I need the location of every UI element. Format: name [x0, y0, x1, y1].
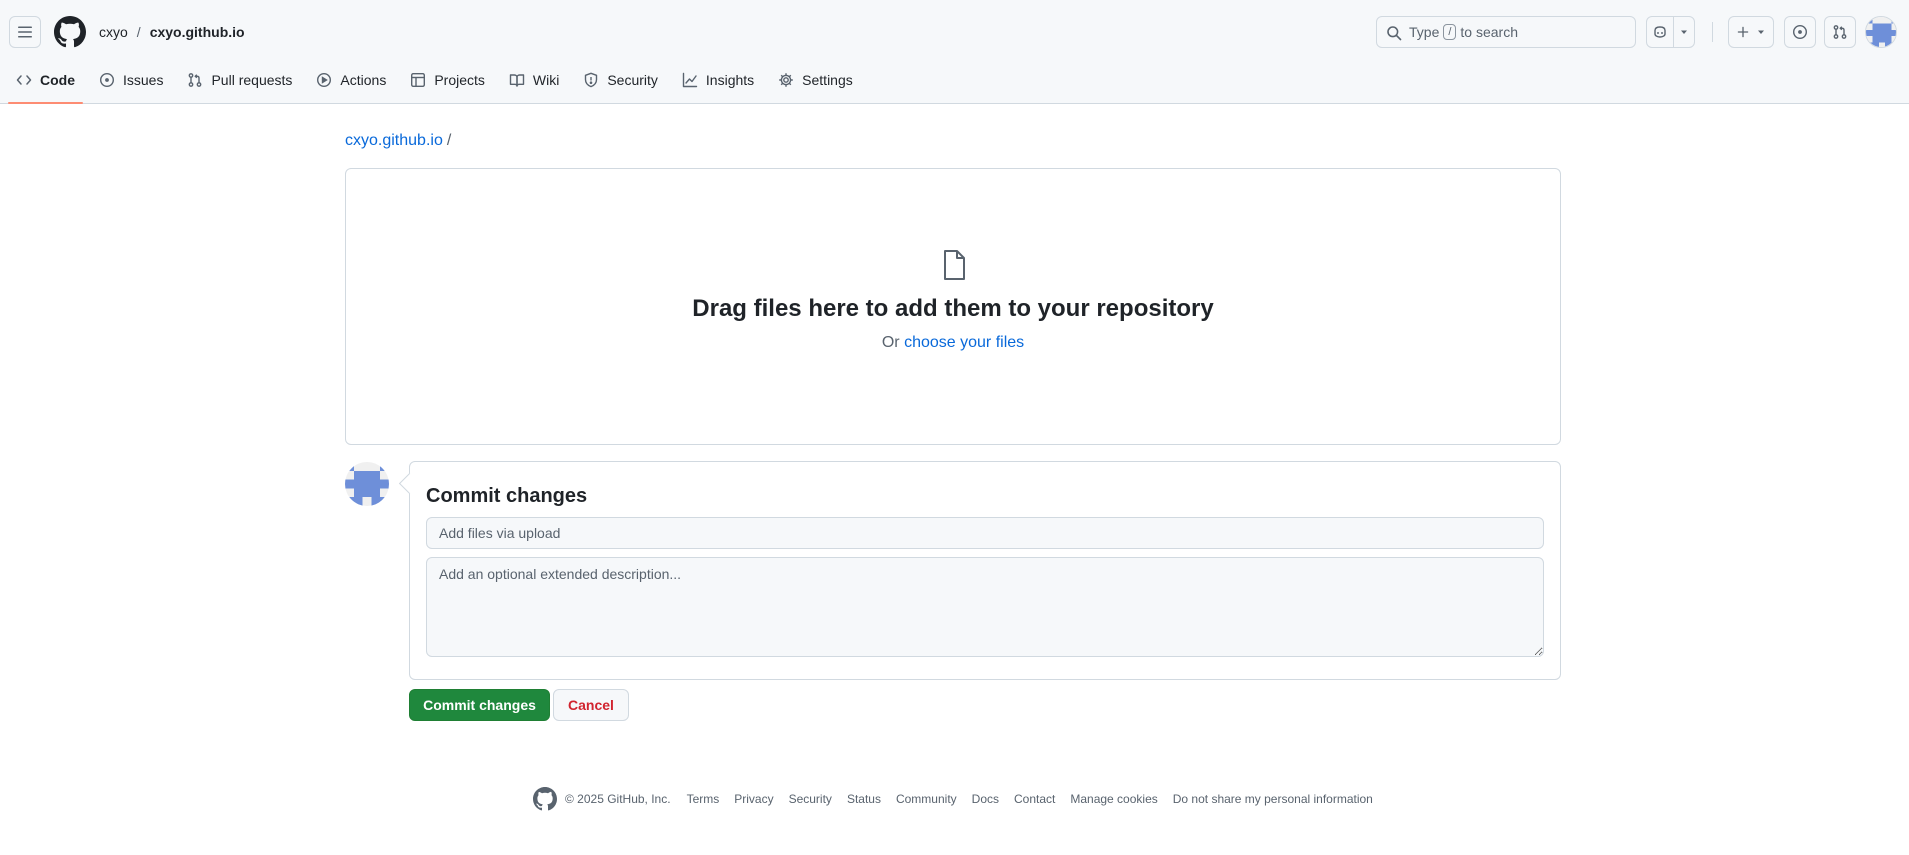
repo-link[interactable]: cxyo.github.io — [150, 24, 245, 40]
tab-label: Issues — [123, 72, 164, 88]
owner-link[interactable]: cxyo — [99, 24, 128, 40]
tab-pull-requests[interactable]: Pull requests — [179, 64, 300, 96]
copilot-menu-button[interactable] — [1673, 16, 1695, 48]
tab-label: Code — [40, 72, 75, 88]
footer-link-privacy[interactable]: Privacy — [734, 792, 773, 806]
shield-icon — [585, 72, 598, 88]
table-icon — [411, 73, 426, 88]
tab-security[interactable]: Security — [575, 64, 666, 96]
copilot-icon — [1654, 26, 1666, 38]
file-icon — [944, 250, 965, 280]
repository-nav: Code Issues Pull requests Actions Projec… — [8, 64, 869, 104]
issue-opened-icon — [1792, 24, 1808, 40]
user-avatar[interactable] — [1865, 16, 1897, 48]
tab-settings[interactable]: Settings — [770, 64, 861, 96]
footer-link-community[interactable]: Community — [896, 792, 957, 806]
commit-form: Commit changes — [409, 461, 1561, 680]
search-prefix: Type — [1409, 24, 1440, 40]
tab-label: Actions — [340, 72, 387, 88]
tab-label: Insights — [705, 72, 755, 88]
tab-issues[interactable]: Issues — [91, 64, 171, 96]
footer-link-do-not-share[interactable]: Do not share my personal information — [1173, 792, 1373, 806]
breadcrumb-separator: / — [446, 132, 452, 149]
footer-link-status[interactable]: Status — [847, 792, 881, 806]
tab-label: Projects — [434, 72, 485, 88]
search-suffix: to search — [1460, 24, 1519, 40]
create-new-button[interactable] — [1728, 16, 1774, 48]
commit-changes-button[interactable]: Commit changes — [409, 689, 550, 721]
commit-description-textarea[interactable] — [426, 557, 1544, 657]
issues-button[interactable] — [1784, 16, 1816, 48]
footer-copyright: © 2025 GitHub, Inc. — [565, 792, 671, 806]
identicon-avatar — [1866, 17, 1896, 47]
commit-form-title: Commit changes — [426, 485, 588, 507]
tab-label: Settings — [802, 72, 853, 88]
footer-link-security[interactable]: Security — [789, 792, 832, 806]
issue-opened-icon — [99, 72, 115, 88]
copilot-button[interactable] — [1646, 16, 1674, 48]
footer-link-docs[interactable]: Docs — [972, 792, 999, 806]
tab-label: Security — [607, 72, 658, 88]
identicon-avatar — [345, 462, 389, 506]
hamburger-icon — [18, 26, 32, 38]
file-drop-zone[interactable]: Drag files here to add them to your repo… — [345, 168, 1561, 445]
github-logo-icon[interactable] — [54, 16, 86, 48]
tab-label: Wiki — [532, 72, 560, 88]
hamburger-menu-button[interactable] — [9, 16, 41, 48]
triangle-down-icon — [1681, 30, 1687, 34]
tab-label: Pull requests — [211, 72, 293, 88]
footer: © 2025 GitHub, Inc. Terms Privacy Securi… — [533, 787, 1388, 811]
cancel-button[interactable]: Cancel — [553, 689, 629, 721]
commit-author-avatar — [345, 462, 389, 506]
play-icon — [317, 72, 332, 88]
book-icon — [509, 74, 525, 87]
commit-summary-input[interactable] — [426, 517, 1544, 549]
git-pull-request-icon — [189, 73, 202, 87]
footer-link-terms[interactable]: Terms — [687, 792, 720, 806]
pull-requests-button[interactable] — [1824, 16, 1856, 48]
graph-icon — [682, 72, 698, 88]
tab-code[interactable]: Code — [8, 64, 83, 104]
gear-icon — [779, 73, 793, 87]
tab-projects[interactable]: Projects — [402, 64, 493, 96]
app-header: cxyo / cxyo.github.io Type / to search C… — [0, 0, 1909, 104]
drop-zone-subtitle: Or choose your files — [346, 331, 1560, 355]
header-divider — [1712, 22, 1713, 42]
context-breadcrumb: cxyo / cxyo.github.io — [99, 22, 245, 42]
github-mark-icon[interactable] — [533, 787, 557, 811]
search-icon — [1387, 26, 1402, 41]
drop-zone-prefix: Or — [881, 334, 900, 351]
triangle-down-icon — [1758, 30, 1764, 34]
footer-link-manage-cookies[interactable]: Manage cookies — [1070, 792, 1157, 806]
search-input[interactable]: Type / to search — [1376, 16, 1636, 48]
plus-icon — [1737, 26, 1749, 38]
code-icon — [16, 75, 32, 85]
search-shortcut-key: / — [1443, 24, 1457, 40]
tab-insights[interactable]: Insights — [674, 64, 762, 96]
footer-link-contact[interactable]: Contact — [1014, 792, 1055, 806]
tab-actions[interactable]: Actions — [308, 64, 394, 96]
breadcrumb: cxyo.github.io / — [345, 130, 451, 152]
breadcrumb-repo-link[interactable]: cxyo.github.io — [345, 132, 443, 149]
top-bar: cxyo / cxyo.github.io Type / to search — [0, 0, 1909, 64]
git-pull-request-icon — [1833, 25, 1847, 39]
tab-wiki[interactable]: Wiki — [501, 64, 567, 96]
drop-zone-title: Drag files here to add them to your repo… — [692, 295, 1214, 322]
choose-files-link[interactable]: choose your files — [904, 334, 1024, 351]
context-separator: / — [136, 24, 141, 40]
